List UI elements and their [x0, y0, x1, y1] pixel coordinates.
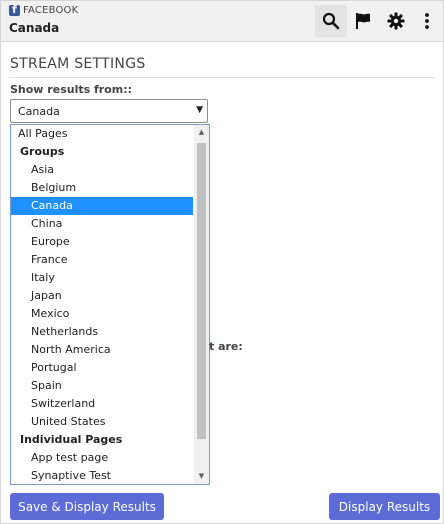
dropdown-option[interactable]: Italy — [11, 269, 193, 287]
dropdown-option[interactable]: App test page — [11, 449, 193, 467]
dropdown-group-label: Individual Pages — [20, 433, 123, 446]
brand: FACEBOOK — [9, 3, 79, 16]
save-and-display-button[interactable]: Save & Display Results — [10, 493, 164, 520]
dropdown-option[interactable]: All Pages — [11, 125, 193, 143]
page-title: Canada — [9, 21, 60, 35]
dropdown-option[interactable]: Belgium — [11, 179, 193, 197]
dropdown-option[interactable]: Canada — [11, 197, 193, 215]
dropdown-option[interactable]: Mexico — [11, 305, 193, 323]
scroll-down-icon[interactable]: ▼ — [194, 469, 209, 484]
facebook-icon — [9, 3, 20, 16]
dropdown-option[interactable]: Portugal — [11, 359, 193, 377]
dropdown-scrollbar[interactable]: ▲ ▼ — [194, 125, 209, 484]
select-value: Canada — [18, 105, 60, 118]
dropdown-option[interactable]: Spain — [11, 377, 193, 395]
more-button[interactable] — [412, 5, 442, 37]
search-icon — [322, 12, 340, 30]
dropdown-option[interactable]: North America — [11, 341, 193, 359]
dropdown-option[interactable]: China — [11, 215, 193, 233]
brand-label: FACEBOOK — [23, 5, 79, 16]
dropdown-option[interactable]: France — [11, 251, 193, 269]
dropdown-option[interactable]: Europe — [11, 233, 193, 251]
obscured-label-fragment: t are: — [209, 340, 243, 353]
dropdown-group-label: Groups — [20, 145, 65, 158]
scrollbar-thumb[interactable] — [197, 143, 206, 439]
show-results-select[interactable]: Canada ▼ — [10, 99, 208, 123]
gear-icon — [387, 12, 405, 30]
caret-down-icon: ▼ — [196, 105, 203, 115]
dropdown-option[interactable]: Japan — [11, 287, 193, 305]
dropdown-option[interactable]: Asia — [11, 161, 193, 179]
header-bar: FACEBOOK Canada — [1, 1, 443, 42]
flag-icon — [356, 13, 370, 29]
section-divider — [9, 77, 435, 78]
search-button[interactable] — [315, 5, 347, 37]
dropdown-option[interactable]: Netherlands — [11, 323, 193, 341]
settings-button[interactable] — [380, 5, 412, 37]
app-frame: FACEBOOK Canada — [0, 0, 444, 524]
section-title: STREAM SETTINGS — [10, 56, 146, 72]
dropdown-option[interactable]: Synaptive Test — [11, 467, 193, 484]
flag-button[interactable] — [347, 5, 379, 37]
scroll-up-icon[interactable]: ▲ — [194, 125, 209, 140]
show-results-label: Show results from:: — [10, 83, 132, 96]
dropdown-option[interactable]: United States — [11, 413, 193, 431]
display-results-button[interactable]: Display Results — [329, 493, 440, 520]
more-vertical-icon — [425, 13, 429, 29]
dropdown-list[interactable]: All Pages Groups Asia Belgium Canada China Eur… — [10, 124, 210, 485]
dropdown-option[interactable]: Switzerland — [11, 395, 193, 413]
